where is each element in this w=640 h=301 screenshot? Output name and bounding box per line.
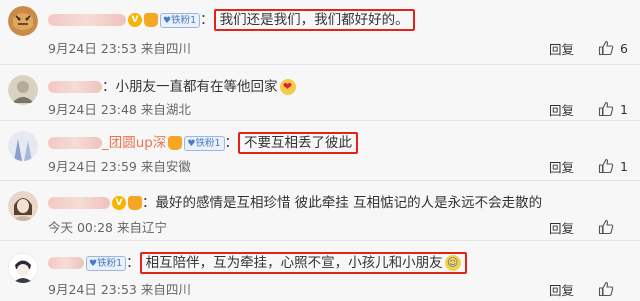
avatar[interactable] bbox=[8, 253, 38, 283]
crown-icon bbox=[168, 136, 183, 150]
crown-icon bbox=[144, 13, 158, 27]
comment-item: ：小朋友一直都有在等他回家 ❤ 9月24日 23:48 来自湖北 回复 1 bbox=[0, 64, 640, 120]
reply-button[interactable]: 回复 bbox=[549, 39, 574, 58]
reply-button[interactable]: 回复 bbox=[549, 218, 574, 237]
comment-location: 来自安徽 bbox=[140, 159, 191, 174]
comment-content: 小朋友一直都有在等他回家 bbox=[115, 79, 278, 95]
like-count: 1 bbox=[620, 158, 628, 174]
comment-location: 来自湖北 bbox=[140, 102, 191, 117]
comment-meta: 今天 00:28 来自辽宁 bbox=[48, 217, 167, 236]
kiss-emoji-icon: ❤ bbox=[279, 79, 296, 95]
avatar[interactable] bbox=[8, 75, 38, 105]
comment-content: 不要互相丢了彼此 bbox=[238, 132, 359, 154]
reply-button[interactable]: 回复 bbox=[549, 280, 574, 299]
thumbs-up-icon[interactable] bbox=[598, 40, 614, 56]
fan-badge[interactable]: ♥铁粉1 bbox=[184, 135, 225, 151]
comment-actions: 回复 1 bbox=[549, 156, 630, 176]
thumbs-up-icon[interactable] bbox=[598, 158, 614, 174]
comment-text-line: ：小朋友一直都有在等他回家 ❤ bbox=[48, 77, 296, 97]
comment-meta: 9月24日 23:53 来自四川 bbox=[48, 279, 191, 298]
comment-text-line: V ♥铁粉1：我们还是我们，我们都好好的。 bbox=[48, 9, 415, 31]
comment-time: 9月24日 23:59 bbox=[48, 159, 137, 174]
comment-actions: 回复 6 bbox=[549, 38, 630, 58]
comment-meta: 9月24日 23:53 来自四川 bbox=[48, 38, 191, 57]
comment-location: 来自四川 bbox=[140, 282, 191, 297]
like-count: 1 bbox=[620, 101, 628, 117]
thumbs-up-icon[interactable] bbox=[598, 281, 614, 297]
comment-content: 最好的感情是互相珍惜 彼此牵挂 互相惦记的人是永远不会走散的 bbox=[155, 195, 543, 211]
fan-badge[interactable]: ♥铁粉1 bbox=[160, 12, 201, 28]
comment-location: 来自四川 bbox=[140, 41, 191, 56]
reply-button[interactable]: 回复 bbox=[549, 157, 574, 176]
fan-badge[interactable]: ♥铁粉1 bbox=[86, 255, 127, 271]
thumbs-up-icon[interactable] bbox=[598, 219, 614, 235]
hug-emoji-icon: ☺ bbox=[444, 255, 461, 271]
comment-actions: 回复 1 bbox=[549, 99, 630, 119]
comment-text-line: _团圆up深 ♥铁粉1：不要互相丢了彼此 bbox=[48, 132, 359, 154]
avatar[interactable] bbox=[8, 131, 38, 161]
like-count: 6 bbox=[620, 40, 628, 56]
comment-list: V ♥铁粉1：我们还是我们，我们都好好的。 9月24日 23:53 来自四川 回复… bbox=[0, 0, 640, 301]
thumbs-up-icon[interactable] bbox=[598, 101, 614, 117]
comment-content: 我们还是我们，我们都好好的。 bbox=[213, 9, 415, 31]
comment-actions: 回复 bbox=[549, 217, 630, 237]
verified-v-icon: V bbox=[128, 13, 142, 27]
comment-time: 9月24日 23:53 bbox=[48, 41, 137, 56]
comment-item: V ♥铁粉1：我们还是我们，我们都好好的。 9月24日 23:53 来自四川 回复… bbox=[0, 0, 640, 64]
avatar[interactable] bbox=[8, 191, 38, 221]
comment-text-line: V ：最好的感情是互相珍惜 彼此牵挂 互相惦记的人是永远不会走散的 bbox=[48, 193, 542, 213]
comment-meta: 9月24日 23:59 来自安徽 bbox=[48, 156, 191, 175]
username[interactable]: _团圆up深 bbox=[102, 135, 166, 151]
comment-location: 来自辽宁 bbox=[116, 220, 167, 235]
comment-meta: 9月24日 23:48 来自湖北 bbox=[48, 99, 191, 118]
comment-content: 相互陪伴，互为牵挂，心照不宣，小孩儿和小朋友 ☺ bbox=[139, 252, 467, 274]
username[interactable] bbox=[48, 81, 102, 93]
comment-time: 9月24日 23:48 bbox=[48, 102, 137, 117]
username-blurred[interactable] bbox=[48, 137, 102, 149]
comment-time: 今天 00:28 bbox=[48, 220, 113, 235]
comment-item: ♥铁粉1：相互陪伴，互为牵挂，心照不宣，小孩儿和小朋友 ☺ 9月24日 23:53… bbox=[0, 240, 640, 301]
username[interactable] bbox=[48, 14, 126, 26]
heart-icon: ♥ bbox=[89, 258, 98, 269]
heart-icon: ♥ bbox=[163, 15, 172, 26]
comment-text-line: ♥铁粉1：相互陪伴，互为牵挂，心照不宣，小孩儿和小朋友 ☺ bbox=[48, 252, 467, 274]
crown-icon bbox=[128, 196, 142, 210]
username[interactable] bbox=[48, 257, 84, 269]
avatar[interactable] bbox=[8, 6, 38, 36]
username[interactable] bbox=[48, 197, 110, 209]
comment-item: V ：最好的感情是互相珍惜 彼此牵挂 互相惦记的人是永远不会走散的 今天 00:2… bbox=[0, 180, 640, 240]
comment-item: _团圆up深 ♥铁粉1：不要互相丢了彼此 9月24日 23:59 来自安徽 回复 … bbox=[0, 120, 640, 180]
verified-v-icon: V bbox=[112, 196, 126, 210]
reply-button[interactable]: 回复 bbox=[549, 100, 574, 119]
comment-time: 9月24日 23:53 bbox=[48, 282, 137, 297]
comment-actions: 回复 bbox=[549, 279, 630, 299]
